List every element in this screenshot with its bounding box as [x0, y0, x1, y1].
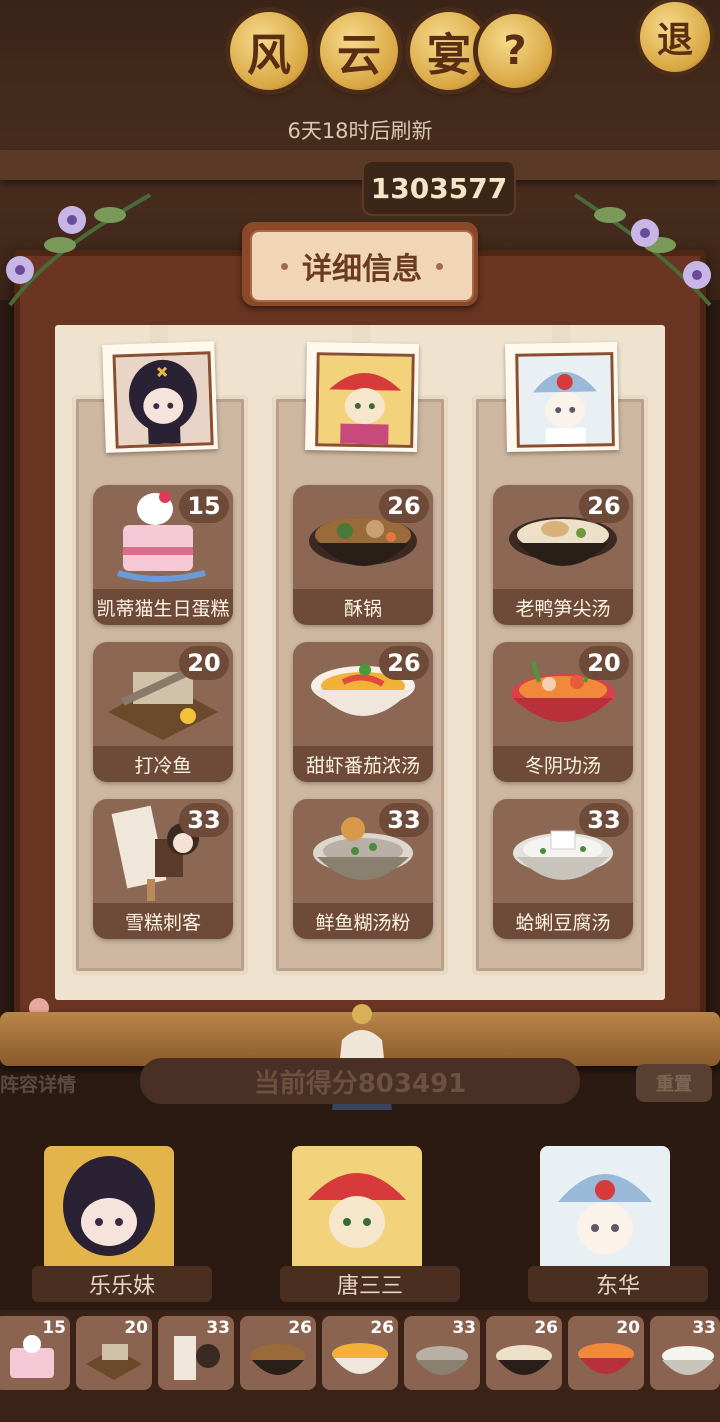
flower-vine-left-icon [6, 193, 151, 307]
dish-card[interactable]: 20 打冷鱼 [93, 642, 233, 782]
chef-donghua-icon [540, 1146, 670, 1272]
tray-dish[interactable]: 33 [650, 1316, 720, 1390]
chef-portrait-3 [505, 342, 619, 452]
top-score: 1303577 [362, 160, 516, 216]
clay-pot-icon [250, 1344, 306, 1375]
dish-name: 雪糕刺客 [93, 903, 233, 939]
dish-count-badge: 20 [179, 646, 229, 680]
dish-card[interactable]: 26 酥锅 [293, 485, 433, 625]
dish-card[interactable]: 20 冬阴功汤 [493, 642, 633, 782]
chef-portrait-2 [305, 342, 419, 452]
chef-name-1: 乐乐妹 [32, 1266, 212, 1302]
tom-yum-soup-icon [578, 1343, 634, 1374]
tray-dish-count: 33 [452, 1318, 476, 1338]
dish-name: 鲜鱼糊汤粉 [293, 903, 433, 939]
chef-slot-2[interactable] [292, 1146, 422, 1272]
dish-name: 蛤蜊豆腐汤 [493, 903, 633, 939]
tray-dish-count: 20 [124, 1318, 148, 1338]
chef-lelemei-icon [44, 1146, 174, 1272]
dish-count-badge: 33 [379, 803, 429, 837]
dish-name: 甜虾番茄浓汤 [293, 746, 433, 782]
chef-tangsansan-icon [292, 1146, 422, 1272]
refresh-timer: 6天18时后刷新 [287, 119, 433, 143]
title-dot-right [436, 262, 443, 270]
dish-card[interactable]: 33 鲜鱼糊汤粉 [293, 799, 433, 939]
title-char-1: 风 [230, 12, 308, 90]
exit-button[interactable]: 退 [640, 2, 710, 72]
dish-count-badge: 33 [579, 803, 629, 837]
tray-dish-count: 26 [288, 1318, 312, 1338]
chef-lelemei-icon [115, 354, 211, 446]
tray-dish-count: 20 [616, 1318, 640, 1338]
fish-rice-noodle-icon [416, 1346, 468, 1375]
tray-dish-count: 26 [370, 1318, 394, 1338]
title-dot-left [281, 262, 288, 270]
dish-card[interactable]: 26 老鸭笋尖汤 [493, 485, 633, 625]
dish-count-badge: 15 [179, 489, 229, 523]
tray-dish-count: 15 [42, 1318, 66, 1338]
help-button[interactable]: ? [478, 14, 552, 88]
dish-name: 老鸭笋尖汤 [493, 589, 633, 625]
tray-dish[interactable]: 26 [322, 1316, 398, 1390]
chef-portrait-1 [102, 341, 218, 453]
tray-dish[interactable]: 26 [486, 1316, 562, 1390]
ice-cream-assassin-icon [174, 1336, 220, 1380]
chef-slot-1[interactable] [44, 1146, 174, 1272]
duck-soup-icon [496, 1345, 552, 1375]
dish-count-badge: 26 [379, 489, 429, 523]
flower-vine-right-icon [573, 193, 712, 307]
dish-name: 凯蒂猫生日蛋糕 [93, 589, 233, 625]
title-char-2: 云 [320, 12, 398, 90]
birthday-cake-icon [10, 1335, 54, 1378]
dish-count-badge: 26 [579, 489, 629, 523]
dish-count-badge: 20 [579, 646, 629, 680]
tray-dish[interactable]: 20 [568, 1316, 644, 1390]
tray-dish[interactable]: 33 [158, 1316, 234, 1390]
modal-title: 详细信息 [250, 230, 474, 302]
chef-slot-3[interactable] [540, 1146, 670, 1272]
tray-dish-count: 26 [534, 1318, 558, 1338]
tray-dish[interactable]: 20 [76, 1316, 152, 1390]
cold-fish-icon [86, 1344, 142, 1380]
tray-dish-count: 33 [206, 1318, 230, 1338]
title-char-3: 宴 [410, 12, 488, 90]
shrimp-tomato-soup-icon [332, 1343, 388, 1374]
chef-tangsansan-icon [318, 355, 412, 445]
clam-tofu-soup-icon [662, 1346, 714, 1375]
dish-card[interactable]: 33 蛤蜊豆腐汤 [493, 799, 633, 939]
dish-count-badge: 26 [379, 646, 429, 680]
dish-card[interactable]: 26 甜虾番茄浓汤 [293, 642, 433, 782]
dish-name: 冬阴功汤 [493, 746, 633, 782]
dish-count-badge: 33 [179, 803, 229, 837]
chef-name-3: 东华 [528, 1266, 708, 1302]
dish-card[interactable]: 33 雪糕刺客 [93, 799, 233, 939]
tray-dish[interactable]: 15 [0, 1316, 70, 1390]
chef-name-2: 唐三三 [280, 1266, 460, 1302]
dish-card[interactable]: 15 凯蒂猫生日蛋糕 [93, 485, 233, 625]
tray-dish[interactable]: 33 [404, 1316, 480, 1390]
dish-name: 酥锅 [293, 589, 433, 625]
chef-donghua-icon [518, 355, 612, 445]
lineup-detail-label[interactable]: 阵容详情 [0, 1070, 76, 1097]
current-score: 当前得分803491 [140, 1058, 580, 1104]
modal-title-text: 详细信息 [302, 252, 422, 287]
tray-dish[interactable]: 26 [240, 1316, 316, 1390]
tray-dish-count: 33 [692, 1318, 716, 1338]
dish-name: 打冷鱼 [93, 746, 233, 782]
reset-button[interactable]: 重置 [636, 1064, 712, 1102]
